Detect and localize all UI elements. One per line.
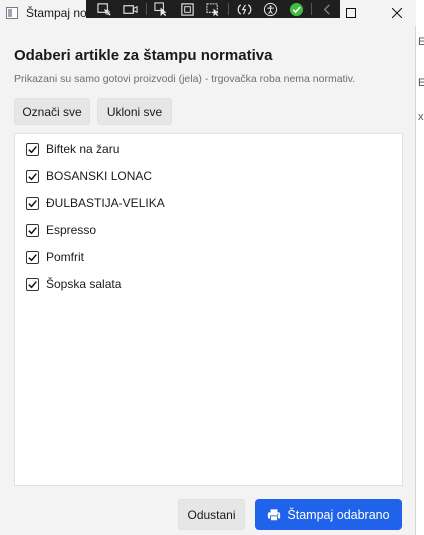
- item-checkbox[interactable]: [26, 223, 39, 237]
- close-button[interactable]: [380, 0, 414, 26]
- dialog-subtitle: Prikazani su samo gotovi proizvodi (jela…: [14, 73, 356, 85]
- checkmark-icon: [28, 253, 37, 261]
- item-label: Šopska salata: [46, 277, 122, 291]
- item-checkbox[interactable]: [26, 196, 39, 210]
- item-label: BOSANSKI LONAC: [46, 169, 153, 183]
- layout-bounds-icon: [181, 2, 194, 16]
- check-status-tool[interactable]: [283, 0, 309, 18]
- item-checkbox[interactable]: [26, 250, 39, 264]
- cancel-button[interactable]: Odustani: [178, 499, 245, 530]
- article-list: Biftek na žaru BOSANSKI LONAC ĐULBASTIJA…: [14, 133, 403, 486]
- dialog-heading: Odaberi artikle za štampu normativa: [14, 47, 273, 64]
- checkmark-icon: [28, 145, 37, 153]
- checkmark-icon: [28, 226, 37, 234]
- list-item[interactable]: Espresso: [26, 221, 96, 239]
- hot-reload-tool[interactable]: [231, 0, 257, 18]
- hot-reload-icon: [237, 3, 252, 15]
- item-label: Biftek na žaru: [46, 142, 120, 156]
- select-all-button[interactable]: Označi sve: [14, 98, 90, 125]
- list-item[interactable]: Biftek na žaru: [26, 140, 119, 158]
- accessibility-icon: [263, 2, 277, 16]
- item-label: Pomfrit: [46, 250, 85, 264]
- select-element-tool[interactable]: [92, 0, 118, 18]
- layout-bounds-tool[interactable]: [175, 0, 201, 18]
- background-text-fragment: x: [418, 111, 424, 123]
- debug-toolbar: [86, 0, 340, 18]
- accessibility-tool[interactable]: [257, 0, 283, 18]
- collapse-toolbar-button[interactable]: [314, 0, 340, 18]
- toolbar-separator: [311, 3, 313, 15]
- checkmark-icon: [28, 280, 37, 288]
- video-icon: [123, 4, 138, 14]
- check-status-icon: [289, 2, 303, 16]
- close-icon: [392, 8, 402, 18]
- select-pointer-tool[interactable]: [201, 0, 227, 18]
- collapse-chevron-icon: [323, 3, 330, 15]
- printer-icon: [268, 508, 281, 521]
- background-text-fragment: E: [418, 36, 424, 48]
- item-checkbox[interactable]: [26, 142, 39, 156]
- maximize-icon: [346, 8, 356, 18]
- pointer-icon: [154, 1, 167, 16]
- print-selected-label: Štampaj odabrano: [287, 507, 390, 522]
- toolbar-separator: [145, 3, 147, 15]
- print-selected-button[interactable]: Štampaj odabrano: [255, 499, 402, 530]
- item-label: Espresso: [46, 223, 97, 237]
- pointer-tool[interactable]: [149, 0, 175, 18]
- list-item[interactable]: Pomfrit: [26, 248, 84, 266]
- window-title: Štampaj no: [26, 6, 86, 20]
- checkmark-icon: [28, 199, 37, 207]
- list-item[interactable]: Šopska salata: [26, 275, 121, 293]
- select-element-icon: [97, 2, 112, 16]
- list-item[interactable]: ĐULBASTIJA-VELIKA: [26, 194, 165, 212]
- video-tool[interactable]: [118, 0, 144, 18]
- background-text-fragment: E: [418, 77, 424, 89]
- clear-all-button[interactable]: Ukloni sve: [97, 98, 172, 125]
- toolbar-separator: [228, 3, 230, 15]
- background-window: E E x: [417, 0, 424, 535]
- item-checkbox[interactable]: [26, 169, 39, 183]
- dialog-window: Štampaj no Odaberi artikle za štampu nor…: [0, 0, 416, 535]
- app-icon: [6, 7, 18, 19]
- list-item[interactable]: BOSANSKI LONAC: [26, 167, 152, 185]
- checkmark-icon: [28, 172, 37, 180]
- item-checkbox[interactable]: [26, 277, 39, 291]
- item-label: ĐULBASTIJA-VELIKA: [46, 196, 165, 210]
- select-pointer-icon: [206, 2, 219, 16]
